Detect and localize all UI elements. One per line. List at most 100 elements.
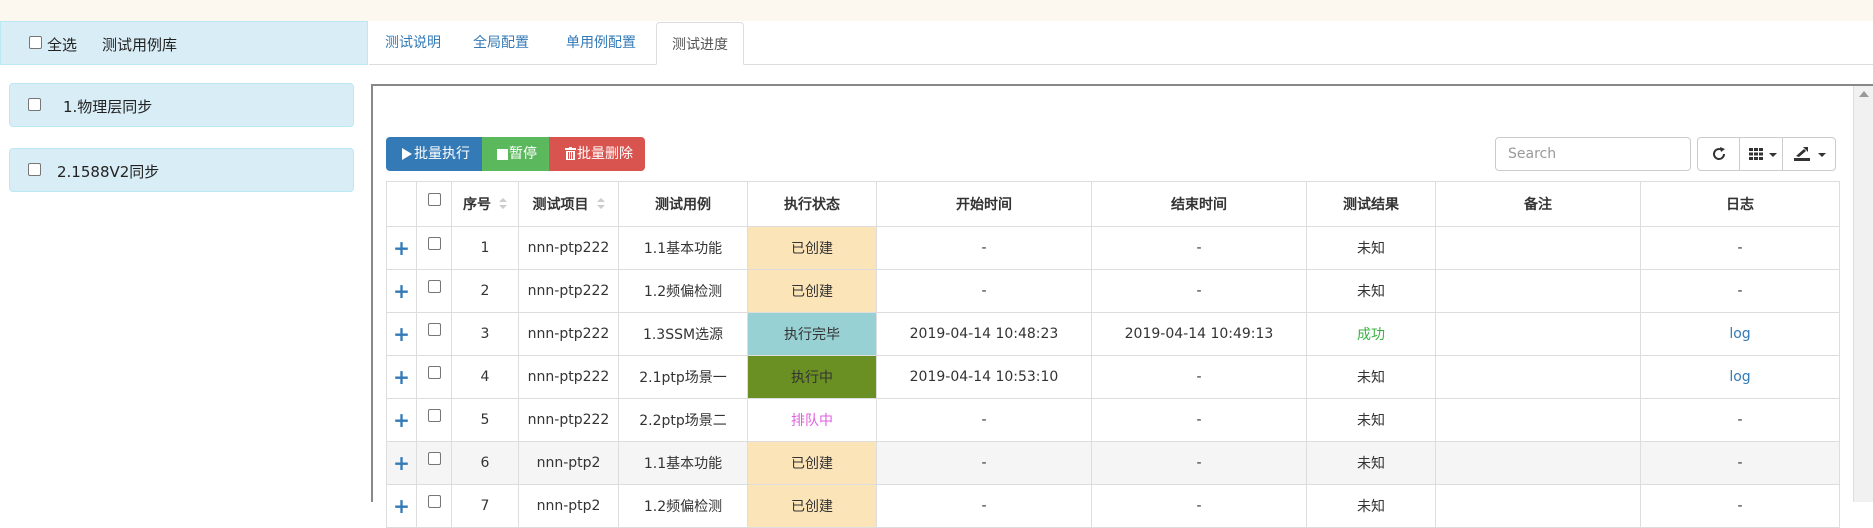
cell-no: 4 xyxy=(451,355,519,399)
cell-status: 排队中 xyxy=(747,398,877,442)
row-checkbox-cell xyxy=(416,398,452,442)
row-checkbox[interactable] xyxy=(427,451,441,465)
expand-row-button[interactable]: + xyxy=(386,398,417,442)
cell-start-time: - xyxy=(876,226,1092,270)
header-expand xyxy=(386,181,417,227)
sidebar-item-checkbox[interactable] xyxy=(28,98,41,111)
select-all-label: 全选 xyxy=(47,36,78,54)
top-banner xyxy=(0,0,1873,21)
tab-bar: 测试说明 全局配置 单用例配置 测试进度 xyxy=(369,21,1873,65)
sidebar-title: 测试用例库 xyxy=(102,36,178,54)
sort-icon xyxy=(596,198,605,210)
expand-row-button[interactable]: + xyxy=(386,484,417,528)
cell-result: 未知 xyxy=(1306,355,1436,399)
log-link[interactable]: log xyxy=(1640,355,1840,399)
cell-project: nnn-ptp222 xyxy=(518,226,619,270)
sidebar-item-1588v2-sync[interactable]: 2.1588V2同步 xyxy=(9,148,354,192)
plus-icon: + xyxy=(393,494,410,518)
vertical-scrollbar[interactable] xyxy=(1853,86,1873,502)
scroll-up-arrow-icon[interactable] xyxy=(1859,91,1869,97)
cell-result: 未知 xyxy=(1306,398,1436,442)
cell-no: 7 xyxy=(451,484,519,528)
header-result: 测试结果 xyxy=(1306,181,1436,227)
plus-icon: + xyxy=(393,279,410,303)
export-button[interactable] xyxy=(1782,137,1836,171)
cell-log: - xyxy=(1640,398,1840,442)
chevron-down-icon xyxy=(1818,153,1826,157)
pause-button[interactable]: 暂停 xyxy=(482,137,549,171)
cell-start-time: 2019-04-14 10:48:23 xyxy=(876,312,1092,356)
plus-icon: + xyxy=(393,451,410,475)
batch-execute-button[interactable]: 批量执行 xyxy=(386,137,482,171)
cell-no: 1 xyxy=(451,226,519,270)
header-log: 日志 xyxy=(1640,181,1840,227)
expand-row-button[interactable]: + xyxy=(386,355,417,399)
row-checkbox-cell xyxy=(416,441,452,485)
cell-case: 1.1基本功能 xyxy=(618,226,748,270)
columns-toggle-button[interactable] xyxy=(1739,137,1783,171)
plus-icon: + xyxy=(393,236,410,260)
header-end-time: 结束时间 xyxy=(1091,181,1307,227)
cell-no: 2 xyxy=(451,269,519,313)
cell-note xyxy=(1435,398,1641,442)
table-header-row: 序号 测试项目 测试用例 执行状态 开始时间 结束时间 测试结果 备注 日志 xyxy=(386,181,1840,227)
cell-start-time: - xyxy=(876,441,1092,485)
tab-test-description[interactable]: 测试说明 xyxy=(376,21,450,65)
cell-start-time: - xyxy=(876,269,1092,313)
expand-row-button[interactable]: + xyxy=(386,269,417,313)
cell-case: 1.2频偏检测 xyxy=(618,484,748,528)
refresh-button[interactable] xyxy=(1697,137,1740,171)
cell-log: - xyxy=(1640,484,1840,528)
export-icon xyxy=(1794,147,1810,161)
sidebar-item-label: 2.1588V2同步 xyxy=(57,163,160,181)
cell-case: 1.3SSM选源 xyxy=(618,312,748,356)
sidebar-item-checkbox[interactable] xyxy=(28,163,41,176)
cell-project: nnn-ptp222 xyxy=(518,398,619,442)
batch-delete-button[interactable]: 批量删除 xyxy=(549,137,645,171)
cell-end-time: - xyxy=(1091,484,1307,528)
cell-status: 执行完毕 xyxy=(747,312,877,356)
cell-start-time: 2019-04-14 10:53:10 xyxy=(876,355,1092,399)
header-status: 执行状态 xyxy=(747,181,877,227)
row-checkbox[interactable] xyxy=(427,365,441,379)
row-checkbox-cell xyxy=(416,269,452,313)
cell-result: 未知 xyxy=(1306,269,1436,313)
expand-row-button[interactable]: + xyxy=(386,441,417,485)
cell-result: 成功 xyxy=(1306,312,1436,356)
cell-start-time: - xyxy=(876,398,1092,442)
header-project[interactable]: 测试项目 xyxy=(518,181,619,227)
header-no[interactable]: 序号 xyxy=(451,181,519,227)
test-progress-table: 序号 测试项目 测试用例 执行状态 开始时间 结束时间 测试结果 备注 日志 +… xyxy=(386,181,1840,528)
search-input[interactable] xyxy=(1495,137,1691,171)
row-checkbox-cell xyxy=(416,484,452,528)
cell-note xyxy=(1435,441,1641,485)
cell-note xyxy=(1435,226,1641,270)
cell-project: nnn-ptp222 xyxy=(518,312,619,356)
cell-case: 1.1基本功能 xyxy=(618,441,748,485)
tab-single-case-config[interactable]: 单用例配置 xyxy=(556,21,646,65)
cell-project: nnn-ptp2 xyxy=(518,484,619,528)
cell-case: 1.2频偏检测 xyxy=(618,269,748,313)
header-label: 序号 xyxy=(463,197,491,213)
row-checkbox-cell xyxy=(416,355,452,399)
tab-global-config[interactable]: 全局配置 xyxy=(464,21,538,65)
log-link[interactable]: log xyxy=(1640,312,1840,356)
cell-note xyxy=(1435,312,1641,356)
table-row: + 3 nnn-ptp222 1.3SSM选源 执行完毕 2019-04-14 … xyxy=(386,312,1840,356)
cell-end-time: - xyxy=(1091,226,1307,270)
table-row: + 2 nnn-ptp222 1.2频偏检测 已创建 - - 未知 - xyxy=(386,269,1840,313)
sidebar-item-physical-sync[interactable]: 1.物理层同步 xyxy=(9,83,354,127)
row-checkbox[interactable] xyxy=(427,322,441,336)
tab-test-progress[interactable]: 测试进度 xyxy=(656,22,744,65)
cell-no: 5 xyxy=(451,398,519,442)
expand-row-button[interactable]: + xyxy=(386,312,417,356)
row-checkbox[interactable] xyxy=(427,408,441,422)
chevron-down-icon xyxy=(1769,153,1777,157)
select-all-checkbox[interactable] xyxy=(29,36,42,49)
row-checkbox[interactable] xyxy=(427,236,441,250)
expand-row-button[interactable]: + xyxy=(386,226,417,270)
row-checkbox[interactable] xyxy=(427,494,441,508)
row-checkbox-cell xyxy=(416,226,452,270)
row-checkbox[interactable] xyxy=(427,279,441,293)
select-all-rows-checkbox[interactable] xyxy=(427,192,441,206)
